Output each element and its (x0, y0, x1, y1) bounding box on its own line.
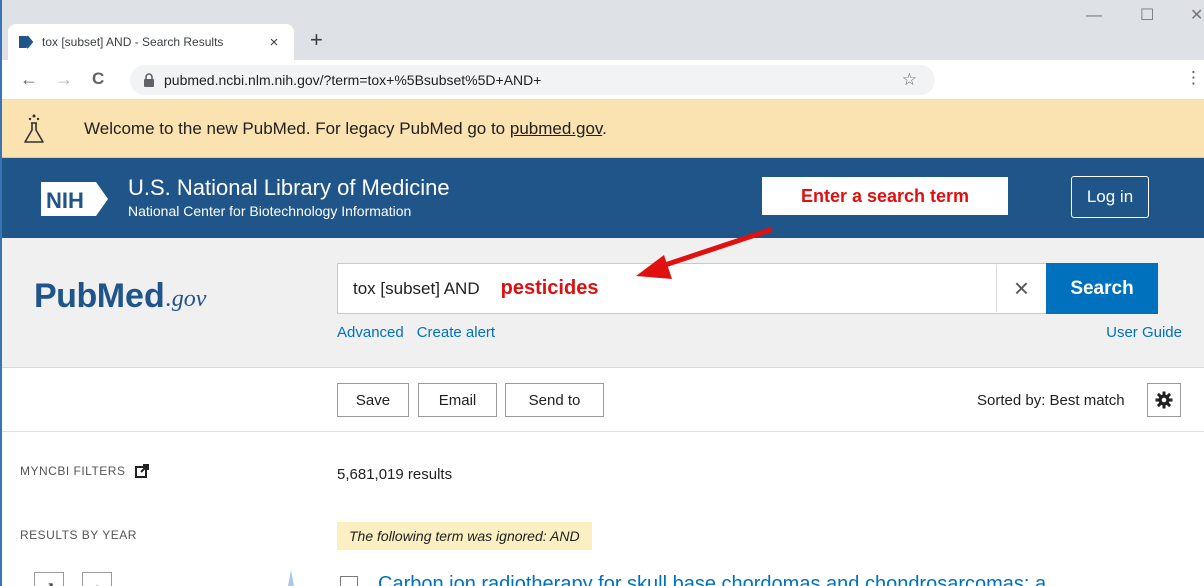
gear-icon (1155, 391, 1173, 409)
annotation-highlight-term: pesticides (500, 277, 599, 299)
window-border (0, 0, 2, 586)
browser-tab[interactable]: tox [subset] AND - Search Results × (8, 24, 294, 60)
expand-timeline-button[interactable]: ↗ (34, 572, 64, 586)
download-timeline-button[interactable]: ↓ (82, 572, 112, 586)
url-text: pubmed.ncbi.nlm.nih.gov/?term=tox+%5Bsub… (164, 72, 542, 88)
pubmed-logo[interactable]: Pub Med .gov (34, 266, 206, 316)
nih-subtitle: National Center for Biotechnology Inform… (128, 203, 412, 219)
search-sublinks: Advanced Create alert (337, 324, 508, 341)
new-tab-button[interactable]: + (310, 26, 323, 54)
browser-toolbar: ← → C pubmed.ncbi.nlm.nih.gov/?term=tox+… (0, 60, 1204, 100)
annotation-callout: Enter a search term (762, 177, 1008, 215)
nih-logo-text: NIH (46, 188, 84, 213)
result-title-link[interactable]: Carbon ion radiotherapy for skull base c… (378, 573, 1046, 586)
create-alert-link[interactable]: Create alert (417, 324, 495, 341)
search-button[interactable]: Search (1046, 263, 1158, 314)
result-checkbox[interactable] (340, 576, 358, 586)
bookmark-star-icon[interactable]: ☆ (902, 70, 917, 90)
banner-message: Welcome to the new PubMed. For legacy Pu… (84, 118, 607, 138)
login-button[interactable]: Log in (1071, 176, 1149, 218)
search-area: Pub Med .gov tox [subset] AND pesticides ×… (0, 238, 1204, 368)
display-options-button[interactable] (1147, 383, 1181, 417)
close-window-button[interactable]: ✕ (1190, 6, 1203, 26)
search-input[interactable]: tox [subset] AND pesticides (337, 263, 1046, 314)
results-action-bar: Save Email Send to Sorted by: Best match (0, 368, 1204, 432)
lock-icon (144, 73, 154, 87)
browser-menu-icon[interactable]: ⋮ (1185, 68, 1202, 88)
email-button[interactable]: Email (418, 383, 497, 417)
sort-order-label: Sorted by: Best match (977, 392, 1125, 409)
advanced-search-link[interactable]: Advanced (337, 324, 404, 341)
nih-header: NIH U.S. National Library of Medicine Na… (0, 158, 1204, 238)
search-input-value: tox [subset] AND (353, 278, 480, 298)
send-to-button[interactable]: Send to (505, 383, 604, 417)
forward-arrow-icon[interactable]: → (55, 68, 73, 90)
nih-logo-icon[interactable]: NIH (40, 180, 112, 218)
clear-search-icon[interactable]: × (996, 265, 1046, 312)
save-button[interactable]: Save (337, 383, 409, 417)
reload-icon[interactable]: C (92, 68, 104, 90)
tab-title: tox [subset] AND - Search Results (42, 35, 224, 49)
maximize-button[interactable]: ☐ (1140, 6, 1154, 26)
results-by-year-heading: RESULTS BY YEAR (20, 528, 137, 542)
address-bar[interactable]: pubmed.ncbi.nlm.nih.gov/?term=tox+%5Bsub… (130, 65, 935, 95)
minimize-button[interactable]: — (1086, 6, 1102, 26)
timeline-bar-icon (288, 570, 294, 586)
nih-title[interactable]: U.S. National Library of Medicine (128, 176, 450, 200)
back-arrow-icon[interactable]: ← (20, 68, 38, 90)
ignored-term-notice: The following term was ignored: AND (337, 522, 592, 550)
legacy-pubmed-link[interactable]: pubmed.gov (510, 119, 602, 138)
tab-close-icon[interactable]: × (264, 34, 284, 51)
new-pubmed-banner: Welcome to the new PubMed. For legacy Pu… (0, 100, 1204, 158)
myncbi-filters-heading[interactable]: MYNCBI FILTERS (20, 464, 150, 478)
browser-tab-bar: tox [subset] AND - Search Results × + — … (0, 0, 1204, 60)
results-count: 5,681,019 results (337, 466, 453, 483)
user-guide-link[interactable]: User Guide (1106, 324, 1182, 341)
flask-icon (24, 114, 44, 143)
external-link-icon (135, 464, 150, 478)
pubmed-favicon-icon (18, 34, 34, 50)
